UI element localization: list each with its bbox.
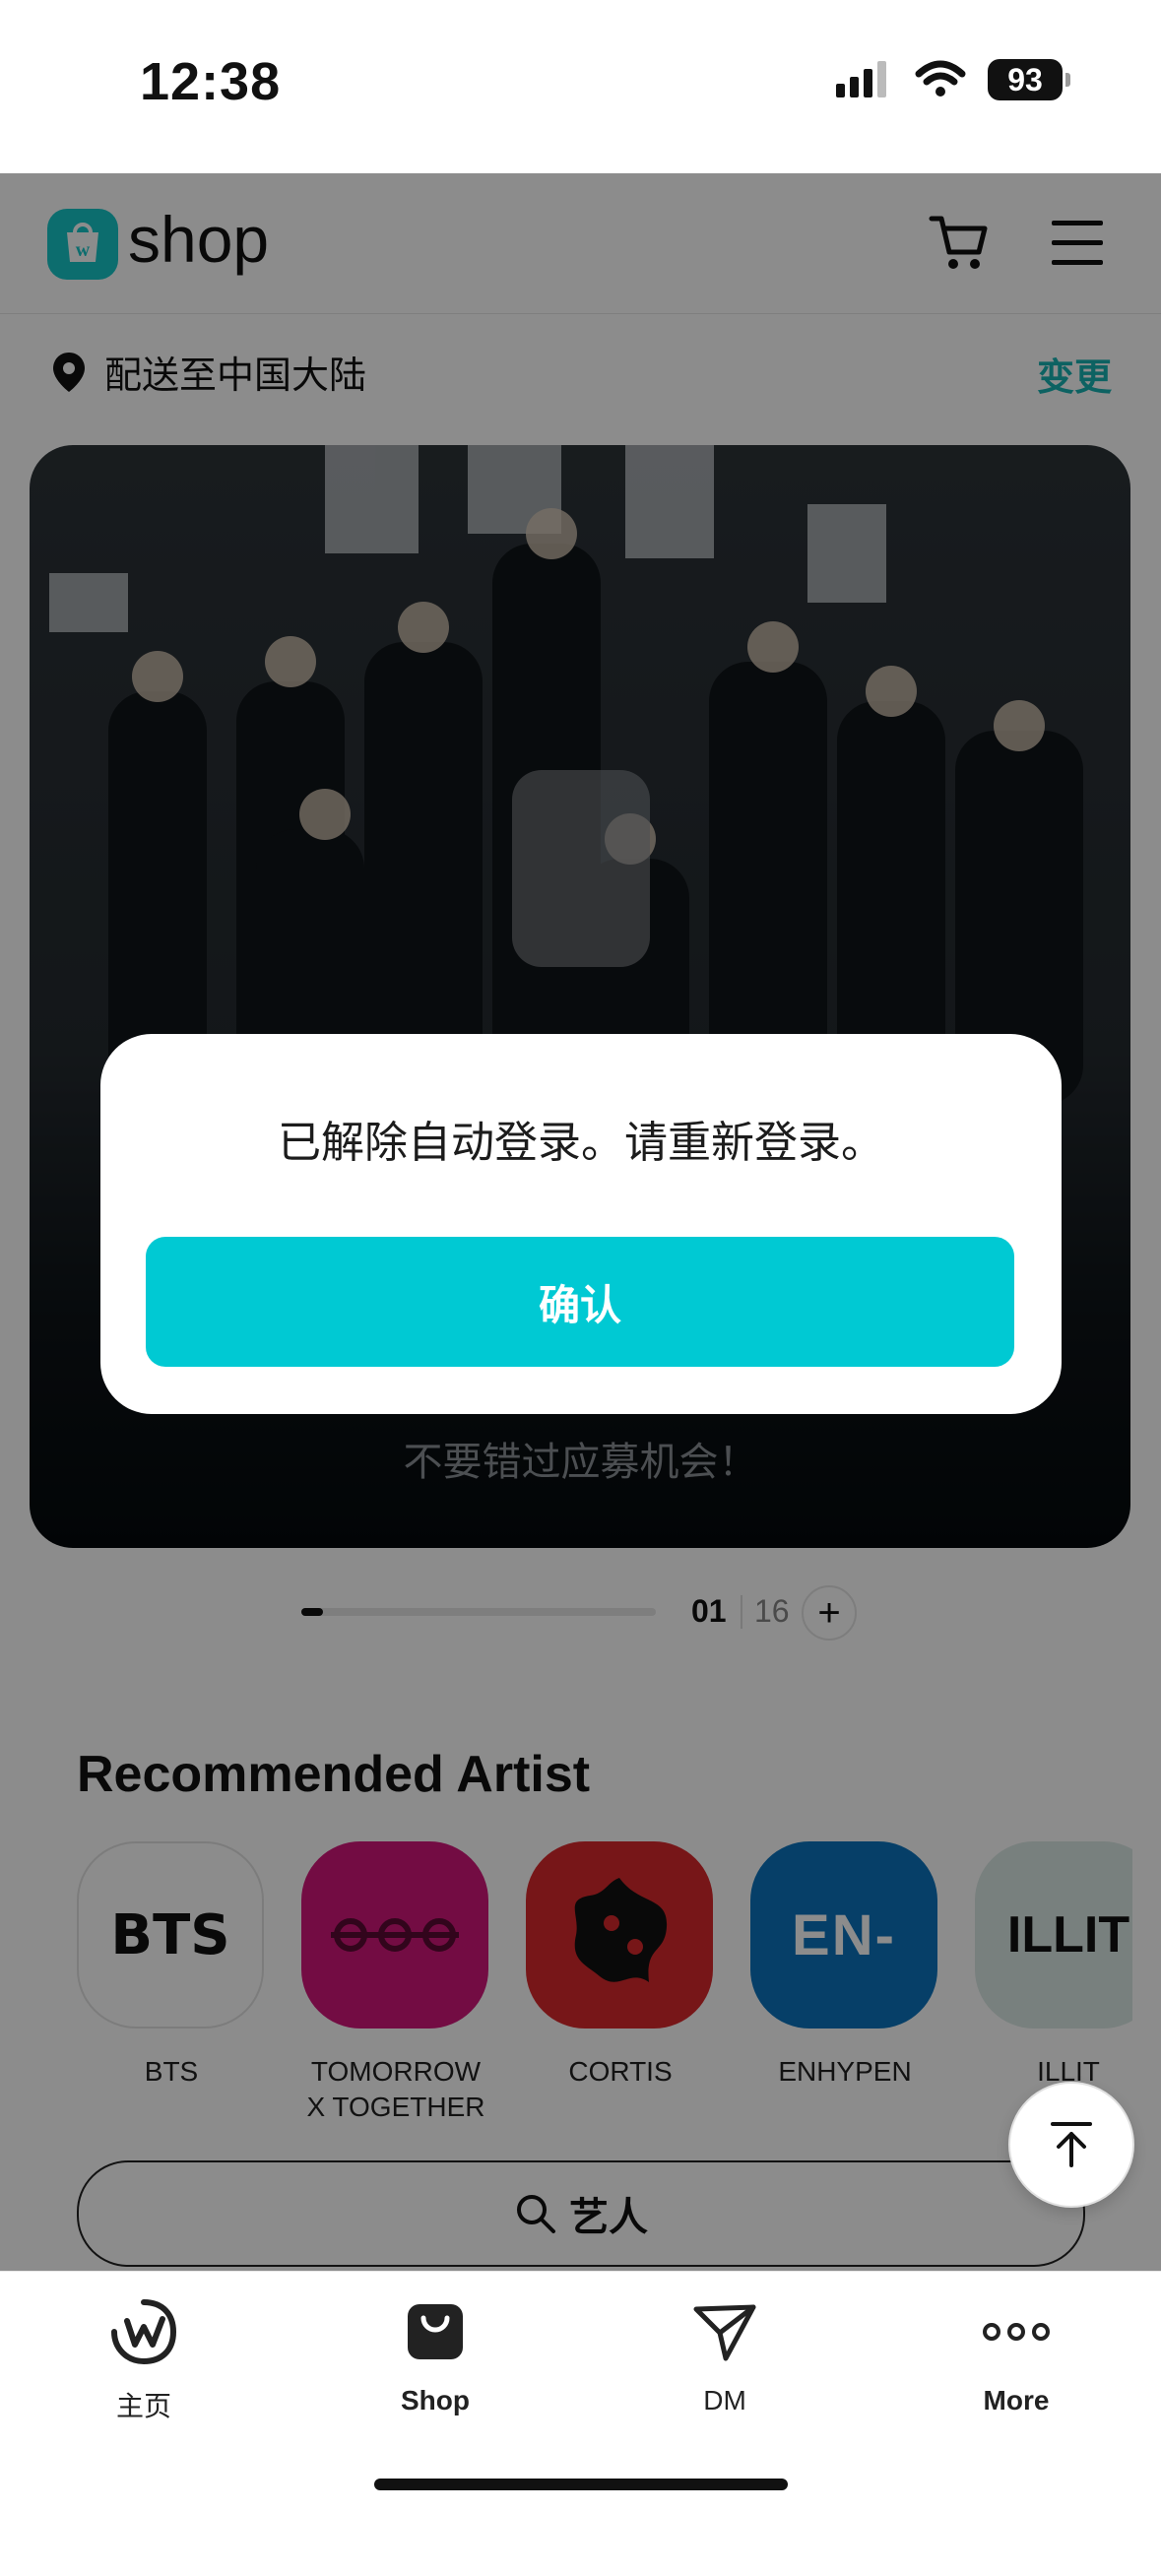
nav-label-more: More	[983, 2385, 1050, 2415]
signal-icon	[836, 61, 886, 97]
wifi-icon	[915, 60, 966, 97]
nav-item-more[interactable]: More	[918, 2294, 1115, 2416]
arrow-up-icon	[1051, 2122, 1092, 2167]
weverse-home-icon	[111, 2299, 177, 2365]
status-time: 12:38	[140, 52, 282, 111]
nav-label-home: 主页	[115, 2391, 171, 2421]
nav-item-dm[interactable]: DM	[626, 2294, 823, 2416]
more-dots-icon	[983, 2323, 1050, 2341]
send-icon	[693, 2304, 756, 2361]
battery-indicator: 93	[988, 59, 1070, 100]
nav-label-shop: Shop	[401, 2385, 470, 2415]
scroll-to-top-button[interactable]	[1008, 2082, 1134, 2208]
confirm-button[interactable]: 确认	[146, 1237, 1014, 1367]
nav-label-dm: DM	[703, 2385, 746, 2415]
shop-bag-icon	[408, 2304, 463, 2359]
home-indicator[interactable]	[374, 2479, 788, 2490]
dialog-message: 已解除自动登录。请重新登录。	[278, 1119, 884, 1167]
status-icons: 93	[836, 59, 1070, 100]
nav-item-home[interactable]: 主页	[45, 2294, 242, 2424]
nav-item-shop[interactable]: Shop	[337, 2294, 534, 2416]
